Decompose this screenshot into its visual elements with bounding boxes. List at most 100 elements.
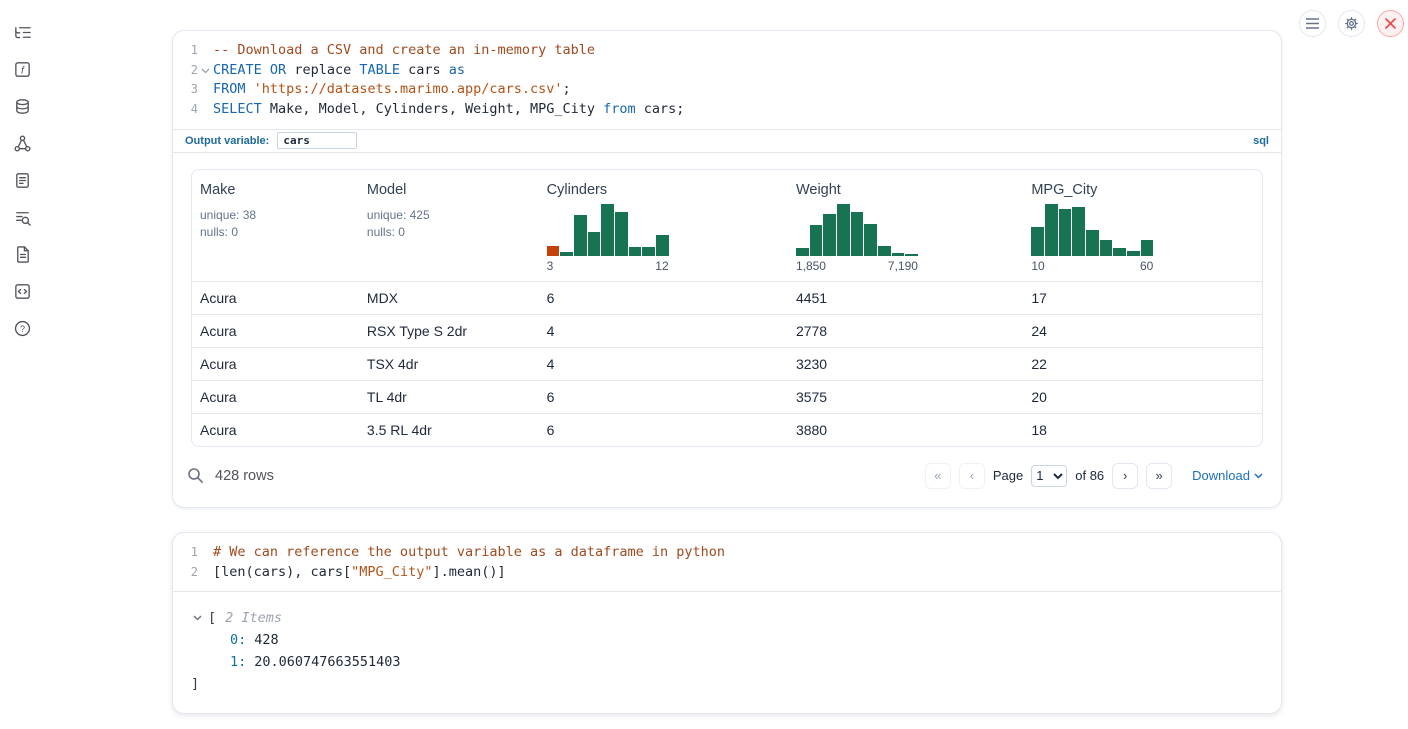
shutdown-button[interactable] (1377, 10, 1404, 37)
histogram-bar[interactable] (547, 246, 560, 256)
histogram-bar[interactable] (642, 247, 655, 256)
code-text: SELECT Make, Model, Cylinders, Weight, M… (213, 100, 684, 120)
functions-icon[interactable]: f (13, 60, 32, 79)
histogram-max: 7,190 (888, 259, 918, 273)
last-page-button[interactable]: » (1146, 463, 1172, 489)
histogram-bar[interactable] (560, 252, 573, 256)
histogram-bar[interactable] (905, 254, 918, 256)
column-stat: nulls: 0 (200, 224, 351, 241)
table-row[interactable]: Acura3.5 RL 4dr6388018 (192, 413, 1262, 446)
next-page-button[interactable]: › (1112, 463, 1138, 489)
histogram-bar[interactable] (1072, 207, 1085, 256)
histogram-bar[interactable] (1031, 227, 1044, 256)
code-token: -- Download a CSV and create an in-memor… (213, 42, 595, 58)
output-variable-input[interactable] (277, 132, 357, 149)
dependency-graph-icon[interactable] (13, 134, 32, 153)
settings-button[interactable] (1338, 10, 1365, 37)
histogram-bar[interactable] (601, 204, 614, 256)
code-token: [len(cars), cars[ (213, 564, 351, 580)
python-editor[interactable]: 1# We can reference the output variable … (173, 533, 1281, 591)
histogram-bar[interactable] (892, 253, 905, 256)
search-icon[interactable] (187, 467, 204, 484)
table-row[interactable]: AcuraTL 4dr6357520 (192, 380, 1262, 413)
column-header-weight[interactable]: Weight1,8507,190 (788, 170, 1023, 281)
histogram-bar[interactable] (574, 215, 587, 256)
histogram-bar[interactable] (629, 247, 642, 256)
table-cell: 18 (1023, 414, 1262, 446)
histogram-bar[interactable] (810, 225, 823, 256)
snippets-icon[interactable] (13, 282, 32, 301)
column-header-mpg_city[interactable]: MPG_City1060 (1023, 170, 1262, 281)
code-token: SELECT (213, 101, 262, 117)
histogram-bar[interactable] (864, 224, 877, 256)
output-variable-label: Output variable: (185, 135, 269, 147)
sql-editor[interactable]: 1-- Download a CSV and create an in-memo… (173, 31, 1281, 129)
table-row[interactable]: AcuraMDX6445117 (192, 281, 1262, 314)
code-text: [len(cars), cars["MPG_City"].mean()] (213, 563, 506, 583)
histogram-bar[interactable] (837, 204, 850, 256)
help-icon[interactable]: ? (13, 319, 32, 338)
code-line[interactable]: 4SELECT Make, Model, Cylinders, Weight, … (181, 100, 1271, 120)
histogram-bars (796, 204, 918, 256)
histogram-bar[interactable] (656, 235, 669, 256)
logs-icon[interactable] (13, 208, 32, 227)
code-token: 'https://datasets.marimo.app/cars.csv' (254, 81, 563, 97)
prev-page-button[interactable]: ‹ (959, 463, 985, 489)
histogram-bar[interactable] (588, 232, 601, 256)
code-line[interactable]: 2CREATE OR replace TABLE cars as (181, 61, 1271, 81)
documentation-icon[interactable] (13, 245, 32, 264)
scratchpad-icon[interactable] (13, 171, 32, 190)
sql-cell: 1 -- Download a CSV and create an in-memo… (172, 30, 1282, 508)
collapse-chevron-icon[interactable] (193, 615, 205, 621)
page-select[interactable]: 1 (1031, 465, 1067, 487)
download-button[interactable]: Download (1192, 468, 1263, 483)
fold-chevron-icon[interactable] (198, 61, 213, 81)
code-token (262, 62, 270, 78)
table-cell: 3230 (788, 348, 1023, 380)
code-line[interactable]: 1-- Download a CSV and create an in-memo… (181, 41, 1271, 61)
histogram-bar[interactable] (878, 246, 891, 256)
row-count: 428 rows (187, 467, 274, 484)
code-token: ].mean()] (432, 564, 505, 580)
code-line[interactable]: 2[len(cars), cars["MPG_City"].mean()] (181, 563, 1271, 583)
column-header-make[interactable]: Makeunique: 38nulls: 0 (192, 170, 359, 281)
entry-value: 20.060747663551403 (254, 651, 400, 673)
code-line[interactable]: 3FROM 'https://datasets.marimo.app/cars.… (181, 80, 1271, 100)
histogram-bar[interactable] (1086, 230, 1099, 256)
first-page-button[interactable]: « (925, 463, 951, 489)
histogram-bar[interactable] (1141, 240, 1154, 256)
column-name: Cylinders (547, 182, 780, 198)
histogram-bar[interactable] (851, 212, 864, 256)
histogram-bar[interactable] (1059, 209, 1072, 256)
code-token (246, 81, 254, 97)
code-token: from (603, 101, 636, 117)
fold-spacer (198, 41, 213, 61)
histogram-min: 10 (1031, 259, 1044, 273)
column-header-model[interactable]: Modelunique: 425nulls: 0 (359, 170, 539, 281)
table-cell: RSX Type S 2dr (359, 315, 539, 347)
histogram-bar[interactable] (1113, 248, 1126, 256)
table-row[interactable]: AcuraRSX Type S 2dr4277824 (192, 314, 1262, 347)
entry-value: 428 (254, 629, 278, 651)
table-cell: 4 (539, 348, 788, 380)
code-token: CREATE (213, 62, 262, 78)
datasources-icon[interactable] (13, 97, 32, 116)
page-total-label: of 86 (1075, 468, 1104, 483)
code-line[interactable]: 1# We can reference the output variable … (181, 543, 1271, 563)
histogram-bar[interactable] (823, 214, 836, 256)
code-token: OR (270, 62, 286, 78)
pagination: « ‹ Page 1 of 86 › » Download (925, 463, 1263, 489)
column-header-cylinders[interactable]: Cylinders312 (539, 170, 788, 281)
histogram-bar[interactable] (1100, 240, 1113, 256)
file-tree-icon[interactable] (13, 23, 32, 42)
output-variable-row: Output variable: sql (173, 129, 1281, 153)
histogram-bar[interactable] (796, 248, 809, 256)
histogram-bar[interactable] (1127, 251, 1140, 256)
items-count-label: 2 Items (225, 607, 282, 629)
menu-button[interactable] (1299, 10, 1326, 37)
line-number: 3 (181, 80, 198, 100)
histogram-bar[interactable] (1045, 204, 1058, 256)
table-cell: 3880 (788, 414, 1023, 446)
table-row[interactable]: AcuraTSX 4dr4323022 (192, 347, 1262, 380)
histogram-bar[interactable] (615, 212, 628, 256)
